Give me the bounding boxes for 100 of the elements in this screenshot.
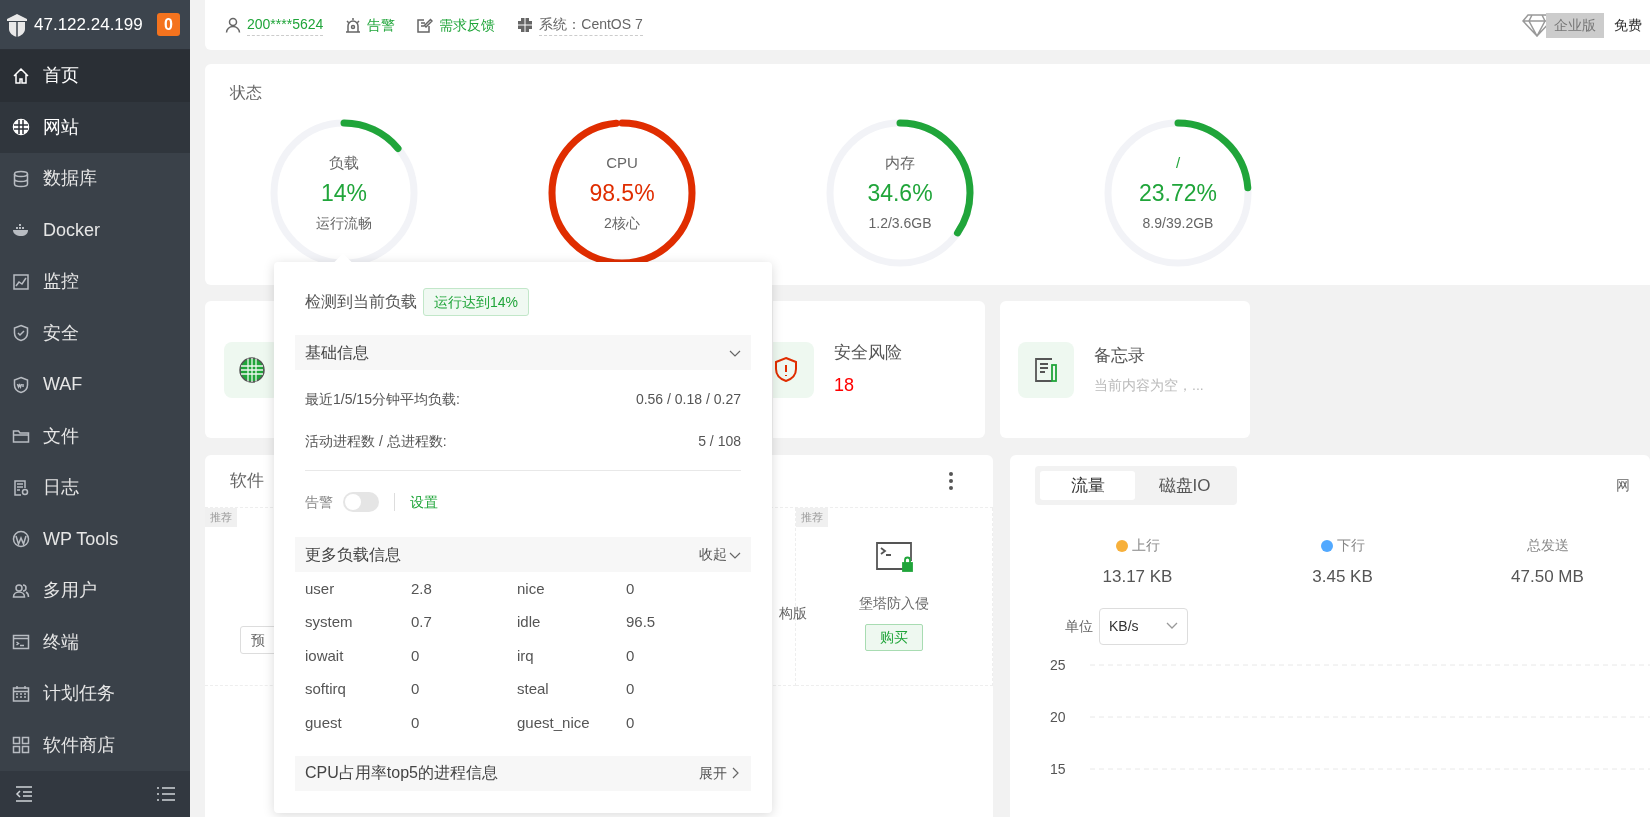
section-header[interactable]: 基础信息 xyxy=(295,335,751,370)
unit-select[interactable]: KB/s xyxy=(1099,607,1188,645)
unit-label: 单位 xyxy=(1065,616,1093,636)
alarm-label: 告警 xyxy=(305,492,333,512)
list-icon[interactable] xyxy=(156,785,176,803)
metric-name: irq xyxy=(517,645,535,666)
metric-name: idle xyxy=(517,612,542,632)
globe-icon xyxy=(238,355,266,384)
recommend-tag: 推荐 xyxy=(796,508,828,527)
risk-count: 18 xyxy=(834,373,856,397)
tab[interactable]: 流量 xyxy=(1040,471,1135,500)
sidebar-item[interactable]: 安全 xyxy=(0,307,190,359)
gauge-value: 34.6% xyxy=(867,179,933,209)
gauge-subtitle: 1.2/3.6GB xyxy=(868,214,932,234)
terminal-lock-icon xyxy=(875,541,913,573)
gauge-subtitle: 运行流畅 xyxy=(316,214,372,234)
metric-name: user xyxy=(305,578,336,599)
metric-name: guest_nice xyxy=(517,712,591,733)
status-tag: 运行达到14% xyxy=(423,288,530,316)
sidebar-item[interactable]: 计划任务 xyxy=(0,668,190,720)
gauge-value: 23.72% xyxy=(1139,179,1217,209)
server-ip: 47.122.24.199 xyxy=(34,13,143,36)
stat-label: 下行 xyxy=(1336,536,1365,555)
chevron-down-icon xyxy=(1166,622,1178,630)
sidebar-item[interactable]: 首页 xyxy=(0,50,190,102)
stat-label: 上行 xyxy=(1131,536,1160,555)
info-label: 活动进程数 / 总进程数: xyxy=(305,431,447,451)
overview-card[interactable] xyxy=(205,301,274,438)
shield-icon xyxy=(12,375,30,394)
metric-name: steal xyxy=(517,679,550,699)
tab[interactable]: 磁盘IO xyxy=(1137,471,1232,500)
sidebar-item[interactable]: 监控 xyxy=(0,256,190,308)
axis-tick-label: 20 xyxy=(1050,708,1066,725)
chip-icon xyxy=(517,17,534,33)
stat-label: 总发送 xyxy=(1526,536,1569,555)
metric-name: guest xyxy=(305,712,343,733)
more-icon[interactable] xyxy=(949,472,953,490)
metric-name: iowait xyxy=(305,645,345,666)
sidebar-item[interactable]: Docker xyxy=(0,204,190,256)
metric-name: nice xyxy=(517,578,546,599)
gauge-value: 14% xyxy=(320,179,367,209)
shield-icon xyxy=(12,324,30,343)
plan-label[interactable]: 免费 xyxy=(1614,14,1642,36)
system-info[interactable]: 系统：CentOS 7 xyxy=(539,14,643,36)
overview-card[interactable]: 安全风险 18 xyxy=(773,301,985,438)
collapse-icon[interactable] xyxy=(14,785,34,803)
metric-value: 0 xyxy=(626,645,636,666)
memo-preview: 当前内容为空，... xyxy=(1094,375,1204,395)
axis-tick-label: 25 xyxy=(1050,656,1066,673)
overview-card[interactable]: 备忘录 当前内容为空，... xyxy=(1000,301,1250,438)
sidebar-item[interactable]: 多用户 xyxy=(0,565,190,617)
gauge-subtitle: 8.9/39.2GB xyxy=(1142,214,1214,234)
software-name: 构版 xyxy=(779,604,807,623)
gauge[interactable]: / 23.72% 8.9/39.2GB xyxy=(1104,119,1252,267)
globe-icon xyxy=(12,118,30,137)
stat-value: 47.50 MB xyxy=(1511,566,1584,588)
info-value: 5 / 108 xyxy=(698,431,741,451)
nic-label[interactable]: 网 xyxy=(1616,475,1650,496)
sidebar-item[interactable]: WP Tools xyxy=(0,513,190,565)
gauge-subtitle: 2核心 xyxy=(604,214,640,234)
sidebar-item[interactable]: 文件 xyxy=(0,410,190,462)
alarm-toggle[interactable] xyxy=(343,492,379,512)
section-header[interactable]: CPU占用率top5的进程信息 展开 xyxy=(295,755,751,791)
sidebar-item[interactable]: 日志 xyxy=(0,462,190,514)
metric-value: 0 xyxy=(411,712,421,733)
gauge-title: / xyxy=(1175,152,1181,173)
sidebar-item[interactable]: 数据库 xyxy=(0,153,190,205)
sidebar-item[interactable]: WAF xyxy=(0,359,190,411)
section-header[interactable]: 更多负载信息 收起 xyxy=(295,537,751,572)
gauge-title: 内存 xyxy=(885,152,915,173)
grid-icon xyxy=(12,736,30,755)
metric-name: system xyxy=(305,612,354,632)
shield-alert-icon xyxy=(773,355,799,384)
gauge[interactable]: 内存 34.6% 1.2/3.6GB xyxy=(826,119,974,267)
calendar-icon xyxy=(12,684,30,703)
gauge-title: CPU xyxy=(606,152,638,173)
sidebar-item[interactable]: 终端 xyxy=(0,616,190,668)
panel-title: 软件 xyxy=(230,470,264,493)
axis-tick-label: 15 xyxy=(1050,760,1066,777)
metric-value: 0 xyxy=(626,578,636,599)
memo-icon xyxy=(1033,355,1059,384)
user-icon xyxy=(225,17,241,33)
stat-value: 3.45 KB xyxy=(1312,566,1373,588)
sidebar-item[interactable]: 网站 xyxy=(0,101,190,153)
card-title: 安全风险 xyxy=(834,342,902,365)
metric-value: 0 xyxy=(411,645,421,666)
card-title: 备忘录 xyxy=(1094,345,1146,368)
sidebar-item[interactable]: 软件商店 xyxy=(0,719,190,771)
recommend-tag: 推荐 xyxy=(205,508,237,527)
metric-value: 0.7 xyxy=(411,612,433,632)
home-icon xyxy=(12,66,30,85)
metric-value: 2.8 xyxy=(411,578,433,599)
folder-icon xyxy=(12,427,30,446)
document-icon xyxy=(12,478,30,497)
popup-title: 检测到当前负载 xyxy=(305,292,417,312)
logo-icon xyxy=(6,12,28,37)
terminal-icon xyxy=(12,633,30,652)
metric-name: softirq xyxy=(305,679,347,699)
info-value: 0.56 / 0.18 / 0.27 xyxy=(635,389,741,409)
metric-value: 0 xyxy=(626,712,636,733)
